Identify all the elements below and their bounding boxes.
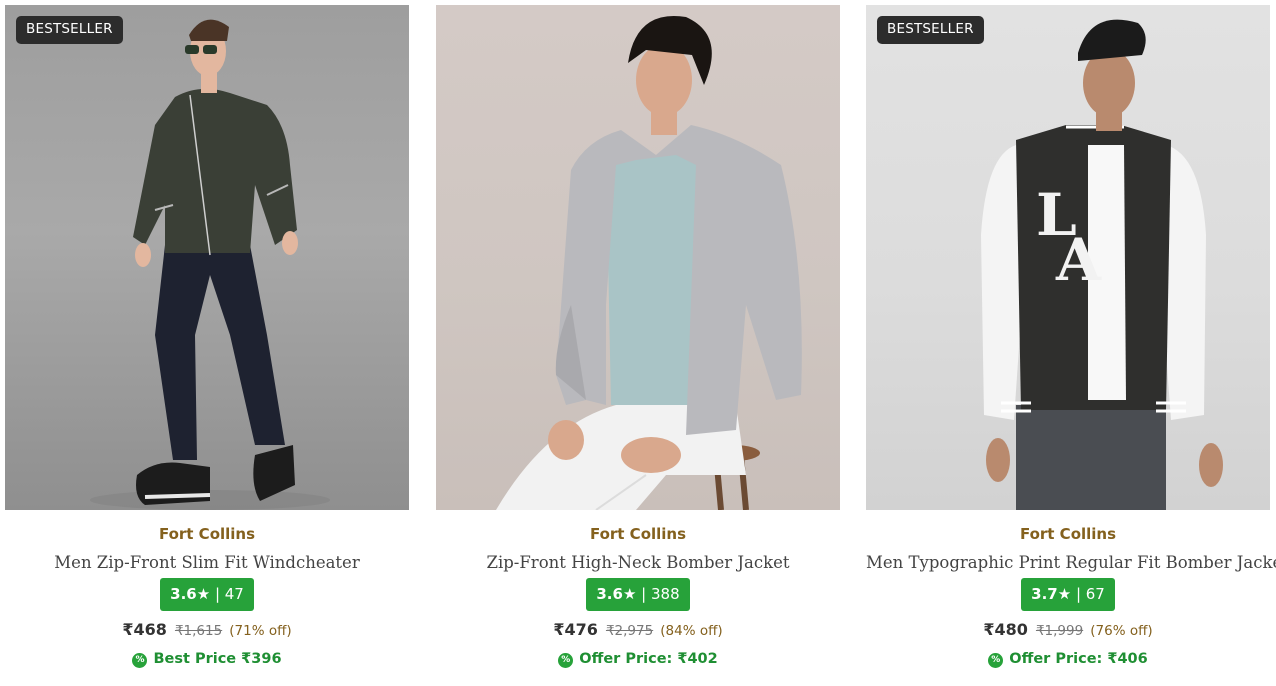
original-price: ₹1,615 <box>174 623 223 639</box>
selling-price: ₹480 <box>983 620 1028 639</box>
star-icon: ★ <box>196 585 211 603</box>
product-card[interactable]: BESTSELLER Fort Collins Men Zip-Front Sl… <box>5 5 409 685</box>
product-image[interactable]: BESTSELLER <box>5 5 409 510</box>
product-grid: BESTSELLER Fort Collins Men Zip-Front Sl… <box>0 0 1276 686</box>
offer-price-row: % Offer Price: ₹406 <box>866 650 1270 668</box>
original-price: ₹2,975 <box>605 623 654 639</box>
discount-percent: (71% off) <box>229 623 292 639</box>
star-icon: ★ <box>622 585 637 603</box>
offer-price-text: Best Price ₹396 <box>153 651 282 667</box>
offer-price-text: Offer Price: ₹406 <box>1009 651 1148 667</box>
product-title[interactable]: Zip-Front High-Neck Bomber Jacket <box>436 553 840 573</box>
rating-badge: 3.7★ | 67 <box>1021 578 1115 611</box>
rating-count: 47 <box>224 585 244 603</box>
bestseller-badge: BESTSELLER <box>877 16 984 44</box>
selling-price: ₹468 <box>122 620 167 639</box>
original-price: ₹1,999 <box>1035 623 1084 639</box>
price-row: ₹480 ₹1,999 (76% off) <box>866 620 1270 641</box>
offer-price-row: % Best Price ₹396 <box>5 650 409 668</box>
product-image[interactable] <box>436 5 840 510</box>
product-info: Fort Collins Men Zip-Front Slim Fit Wind… <box>5 525 409 668</box>
product-brand[interactable]: Fort Collins <box>866 525 1270 543</box>
rating-value: 3.6 <box>596 585 623 603</box>
product-card[interactable]: L A BESTSELLER Fort Collins Men Typograp… <box>866 5 1276 685</box>
svg-text:A: A <box>1055 226 1102 294</box>
rating-count: 67 <box>1085 585 1105 603</box>
bestseller-badge: BESTSELLER <box>16 16 123 44</box>
model-photo <box>496 15 802 510</box>
model-photo: L A <box>981 19 1223 510</box>
price-row: ₹476 ₹2,975 (84% off) <box>436 620 840 641</box>
product-info: Fort Collins Men Typographic Print Regul… <box>866 525 1276 668</box>
product-brand[interactable]: Fort Collins <box>436 525 840 543</box>
product-info: Fort Collins Zip-Front High-Neck Bomber … <box>436 525 840 668</box>
offer-percent-icon: % <box>988 653 1004 668</box>
rating-value: 3.6 <box>170 585 197 603</box>
product-image[interactable]: L A BESTSELLER <box>866 5 1270 510</box>
model-photo <box>90 19 330 510</box>
offer-price-text: Offer Price: ₹402 <box>579 651 718 667</box>
product-brand[interactable]: Fort Collins <box>5 525 409 543</box>
product-title[interactable]: Men Zip-Front Slim Fit Windcheater <box>5 553 409 573</box>
rating-badge: 3.6★ | 47 <box>160 578 254 611</box>
offer-percent-icon: % <box>132 653 148 668</box>
rating-count: 388 <box>650 585 680 603</box>
price-row: ₹468 ₹1,615 (71% off) <box>5 620 409 641</box>
selling-price: ₹476 <box>553 620 598 639</box>
offer-price-row: % Offer Price: ₹402 <box>436 650 840 668</box>
rating-value: 3.7 <box>1031 585 1058 603</box>
product-title[interactable]: Men Typographic Print Regular Fit Bomber… <box>866 553 1276 573</box>
star-icon: ★ <box>1057 585 1072 603</box>
rating-badge: 3.6★ | 388 <box>586 578 690 611</box>
discount-percent: (84% off) <box>660 623 723 639</box>
product-card[interactable]: Fort Collins Zip-Front High-Neck Bomber … <box>436 5 840 685</box>
discount-percent: (76% off) <box>1090 623 1153 639</box>
offer-percent-icon: % <box>558 653 574 668</box>
